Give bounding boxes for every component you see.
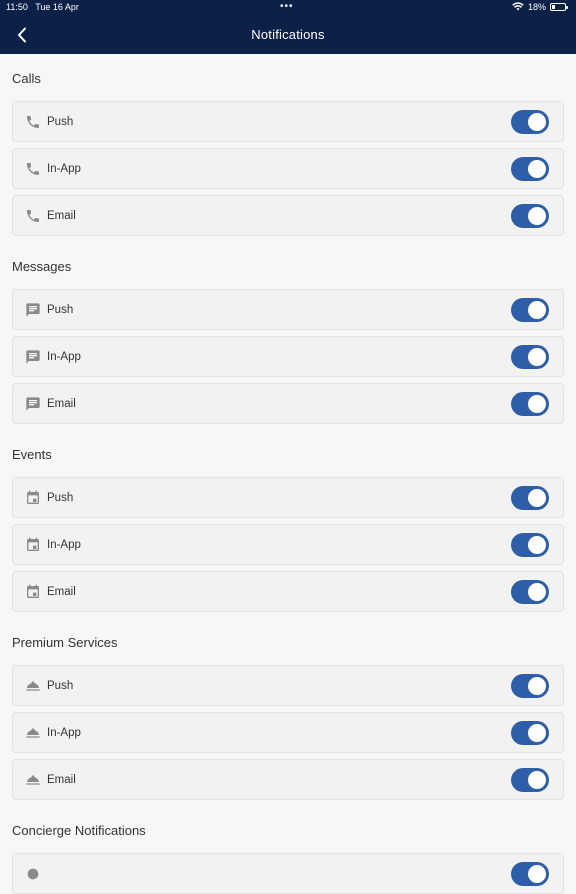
- notification-label: Push: [47, 116, 73, 128]
- status-time: 11:50 Tue 16 Apr: [6, 2, 79, 12]
- notification-label: In-App: [47, 539, 81, 551]
- notification-row: Push: [12, 101, 564, 142]
- top-bar: 11:50 Tue 16 Apr ••• 18% Notifications: [0, 0, 576, 54]
- notification-toggle[interactable]: [511, 674, 549, 698]
- notification-label: Push: [47, 680, 73, 692]
- notification-row: In-App: [12, 524, 564, 565]
- toggle-knob: [528, 583, 546, 601]
- cloche-icon: [25, 678, 41, 694]
- message-icon: [25, 302, 41, 318]
- notification-toggle[interactable]: [511, 204, 549, 228]
- notification-row: [12, 853, 564, 894]
- phone-icon: [25, 161, 41, 177]
- toggle-knob: [528, 677, 546, 695]
- notification-toggle[interactable]: [511, 862, 549, 886]
- notification-label: Push: [47, 304, 73, 316]
- notification-row: Push: [12, 477, 564, 518]
- notification-label: In-App: [47, 163, 81, 175]
- phone-icon: [25, 208, 41, 224]
- section-title: Messages: [12, 242, 564, 289]
- toggle-knob: [528, 489, 546, 507]
- notification-toggle[interactable]: [511, 580, 549, 604]
- calendar-icon: [25, 584, 41, 600]
- notification-toggle[interactable]: [511, 392, 549, 416]
- notification-row: In-App: [12, 712, 564, 753]
- notification-toggle[interactable]: [511, 298, 549, 322]
- battery-percent: 18%: [528, 2, 546, 12]
- toggle-knob: [528, 865, 546, 883]
- toggle-knob: [528, 207, 546, 225]
- notification-toggle[interactable]: [511, 533, 549, 557]
- notification-label: Email: [47, 774, 76, 786]
- toggle-knob: [528, 771, 546, 789]
- toggle-knob: [528, 160, 546, 178]
- toggle-knob: [528, 113, 546, 131]
- section-title: Concierge Notifications: [12, 806, 564, 853]
- calendar-icon: [25, 490, 41, 506]
- notification-row: Email: [12, 759, 564, 800]
- cloche-icon: [25, 725, 41, 741]
- notification-toggle[interactable]: [511, 110, 549, 134]
- notification-settings-list: Calls Push In-App Email Messages Push In-App Em…: [0, 54, 576, 768]
- toggle-knob: [528, 395, 546, 413]
- notification-toggle[interactable]: [511, 721, 549, 745]
- notification-label: In-App: [47, 351, 81, 363]
- notification-label: In-App: [47, 727, 81, 739]
- section-title: Events: [12, 430, 564, 477]
- section-title: Calls: [12, 54, 564, 101]
- toggle-knob: [528, 348, 546, 366]
- notification-label: Email: [47, 586, 76, 598]
- message-icon: [25, 349, 41, 365]
- notification-label: Email: [47, 210, 76, 222]
- toggle-knob: [528, 301, 546, 319]
- multitask-dots[interactable]: •••: [280, 1, 294, 12]
- toggle-knob: [528, 724, 546, 742]
- notification-toggle[interactable]: [511, 345, 549, 369]
- notification-row: Email: [12, 571, 564, 612]
- concierge-icon: [25, 866, 41, 882]
- notification-row: In-App: [12, 336, 564, 377]
- notification-label: Push: [47, 492, 73, 504]
- section-title: Premium Services: [12, 618, 564, 665]
- notification-row: Email: [12, 383, 564, 424]
- status-right: 18%: [512, 2, 566, 12]
- notification-row: In-App: [12, 148, 564, 189]
- notification-row: Push: [12, 289, 564, 330]
- toggle-knob: [528, 536, 546, 554]
- notification-row: Email: [12, 195, 564, 236]
- notification-row: Push: [12, 665, 564, 706]
- status-bar: 11:50 Tue 16 Apr ••• 18%: [0, 0, 576, 16]
- message-icon: [25, 396, 41, 412]
- battery-icon: [550, 3, 566, 11]
- notification-toggle[interactable]: [511, 486, 549, 510]
- cloche-icon: [25, 772, 41, 788]
- page-title: Notifications: [0, 27, 576, 42]
- calendar-icon: [25, 537, 41, 553]
- notification-toggle[interactable]: [511, 157, 549, 181]
- wifi-icon: [512, 2, 524, 12]
- notification-toggle[interactable]: [511, 768, 549, 792]
- notification-label: Email: [47, 398, 76, 410]
- phone-icon: [25, 114, 41, 130]
